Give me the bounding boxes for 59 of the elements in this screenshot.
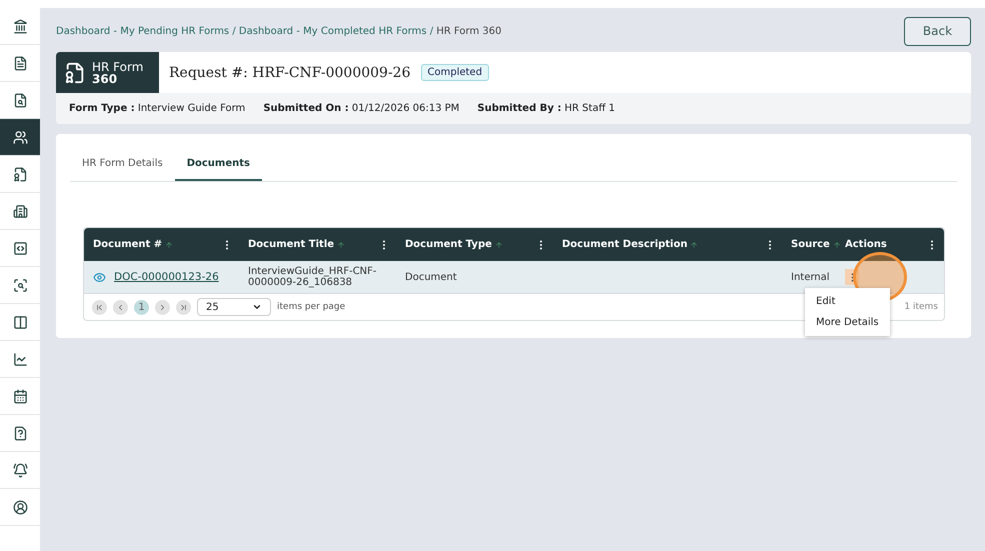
meta-field: Submitted By : HR Staff 1 xyxy=(477,103,616,114)
table-cell-text: InterviewGuide_HRF-CNF-0000009-26_106838 xyxy=(247,265,378,290)
question-file-icon xyxy=(12,426,28,440)
page-button[interactable]: 1 xyxy=(134,300,149,314)
menu-item[interactable]: Edit xyxy=(805,291,890,312)
table-cell-text: Internal xyxy=(790,270,831,284)
column-header[interactable]: Source xyxy=(791,239,841,250)
sidebar-item[interactable] xyxy=(0,119,40,156)
column-header[interactable]: Document Type xyxy=(405,239,503,250)
document-link[interactable]: DOC-000000123-26 xyxy=(114,272,219,282)
previous-page-button[interactable] xyxy=(113,300,128,314)
bank-icon xyxy=(12,18,28,34)
calendar-icon xyxy=(12,388,28,404)
dropdown-icon xyxy=(252,302,262,312)
sort-icon[interactable] xyxy=(337,240,346,248)
meta-field: Form Type : Interview Guide Form xyxy=(69,103,246,114)
meta-field: Submitted On : 01/12/2026 06:13 PM xyxy=(263,103,460,114)
sort-icon[interactable] xyxy=(690,240,698,248)
status-tag: Completed xyxy=(420,64,490,81)
next-page-icon xyxy=(158,302,167,312)
next-page-button[interactable] xyxy=(155,300,170,314)
scan-search-icon xyxy=(12,278,28,292)
certificate-icon xyxy=(12,166,28,182)
columns-icon xyxy=(12,314,28,330)
last-page-icon xyxy=(179,302,188,312)
first-page-button[interactable] xyxy=(92,300,107,314)
pager-info: 1 items xyxy=(904,302,938,312)
line-chart-icon xyxy=(12,352,28,366)
column-header[interactable]: Document Description xyxy=(562,239,698,250)
sort-icon[interactable] xyxy=(165,240,174,248)
breadcrumb[interactable]: Dashboard - My Pending HR Forms / Dashboard - My Completed HR Forms / HR Form 360 xyxy=(56,26,502,36)
building-icon xyxy=(12,204,28,218)
tab[interactable]: HR Form Details xyxy=(70,148,175,181)
tab[interactable]: Documents xyxy=(174,148,262,181)
badge-number: 360 xyxy=(92,72,118,84)
view-icon[interactable] xyxy=(93,270,106,284)
back-button[interactable]: Back xyxy=(904,16,971,46)
page-size-select[interactable]: 25 xyxy=(197,298,271,316)
form-icon xyxy=(64,62,86,84)
column-header[interactable]: Document Title xyxy=(248,239,346,250)
sort-icon[interactable] xyxy=(494,240,503,248)
code-square-icon xyxy=(12,240,28,256)
column-header[interactable]: Document # xyxy=(93,239,174,250)
menu-item[interactable]: More Details xyxy=(805,312,890,333)
sort-icon[interactable] xyxy=(832,240,841,248)
document-search-icon xyxy=(12,92,28,108)
page-size-label: items per page xyxy=(277,302,346,312)
previous-page-icon xyxy=(116,302,125,312)
bell-icon xyxy=(12,462,28,478)
column-header[interactable]: Actions xyxy=(845,239,887,250)
table-cell-text: Document xyxy=(404,270,458,284)
actions-menu-button[interactable] xyxy=(845,269,859,285)
user-circle-icon xyxy=(12,500,28,514)
users-icon xyxy=(12,130,28,144)
first-page-icon xyxy=(95,302,104,312)
request-number: Request #: HRF-CNF-0000009-26 xyxy=(169,64,410,80)
document-icon xyxy=(12,56,28,70)
last-page-button[interactable] xyxy=(176,300,191,314)
badge-title: HR Form xyxy=(92,60,144,72)
